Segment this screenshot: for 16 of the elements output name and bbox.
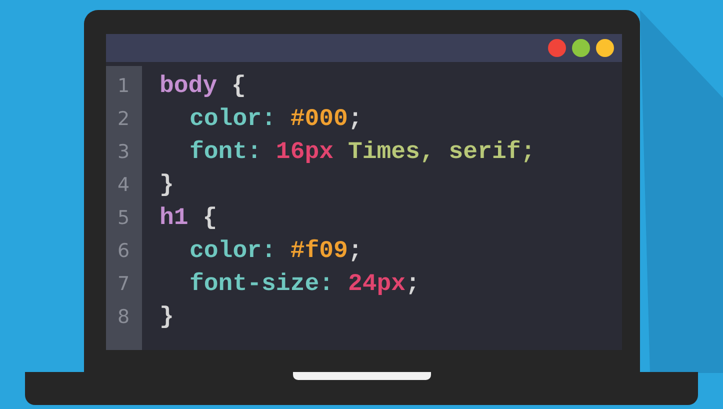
code-line: font: 16px Times, serif; <box>190 138 536 168</box>
line-number: 2 <box>117 107 130 132</box>
code-line: h1 { <box>160 204 218 234</box>
code-line: font-size: 24px; <box>190 270 420 300</box>
line-number: 5 <box>117 206 130 231</box>
code-line: color: #f09; <box>190 237 362 267</box>
code-line: } <box>160 303 174 333</box>
code-line: } <box>160 171 174 201</box>
code-line: color: #000; <box>190 105 362 135</box>
line-number: 6 <box>117 239 130 264</box>
line-number: 7 <box>117 272 130 297</box>
line-number: 3 <box>117 140 130 165</box>
line-number: 1 <box>117 74 130 99</box>
code-line: body { <box>160 72 246 102</box>
line-number: 8 <box>117 305 130 330</box>
line-number: 4 <box>117 173 130 198</box>
